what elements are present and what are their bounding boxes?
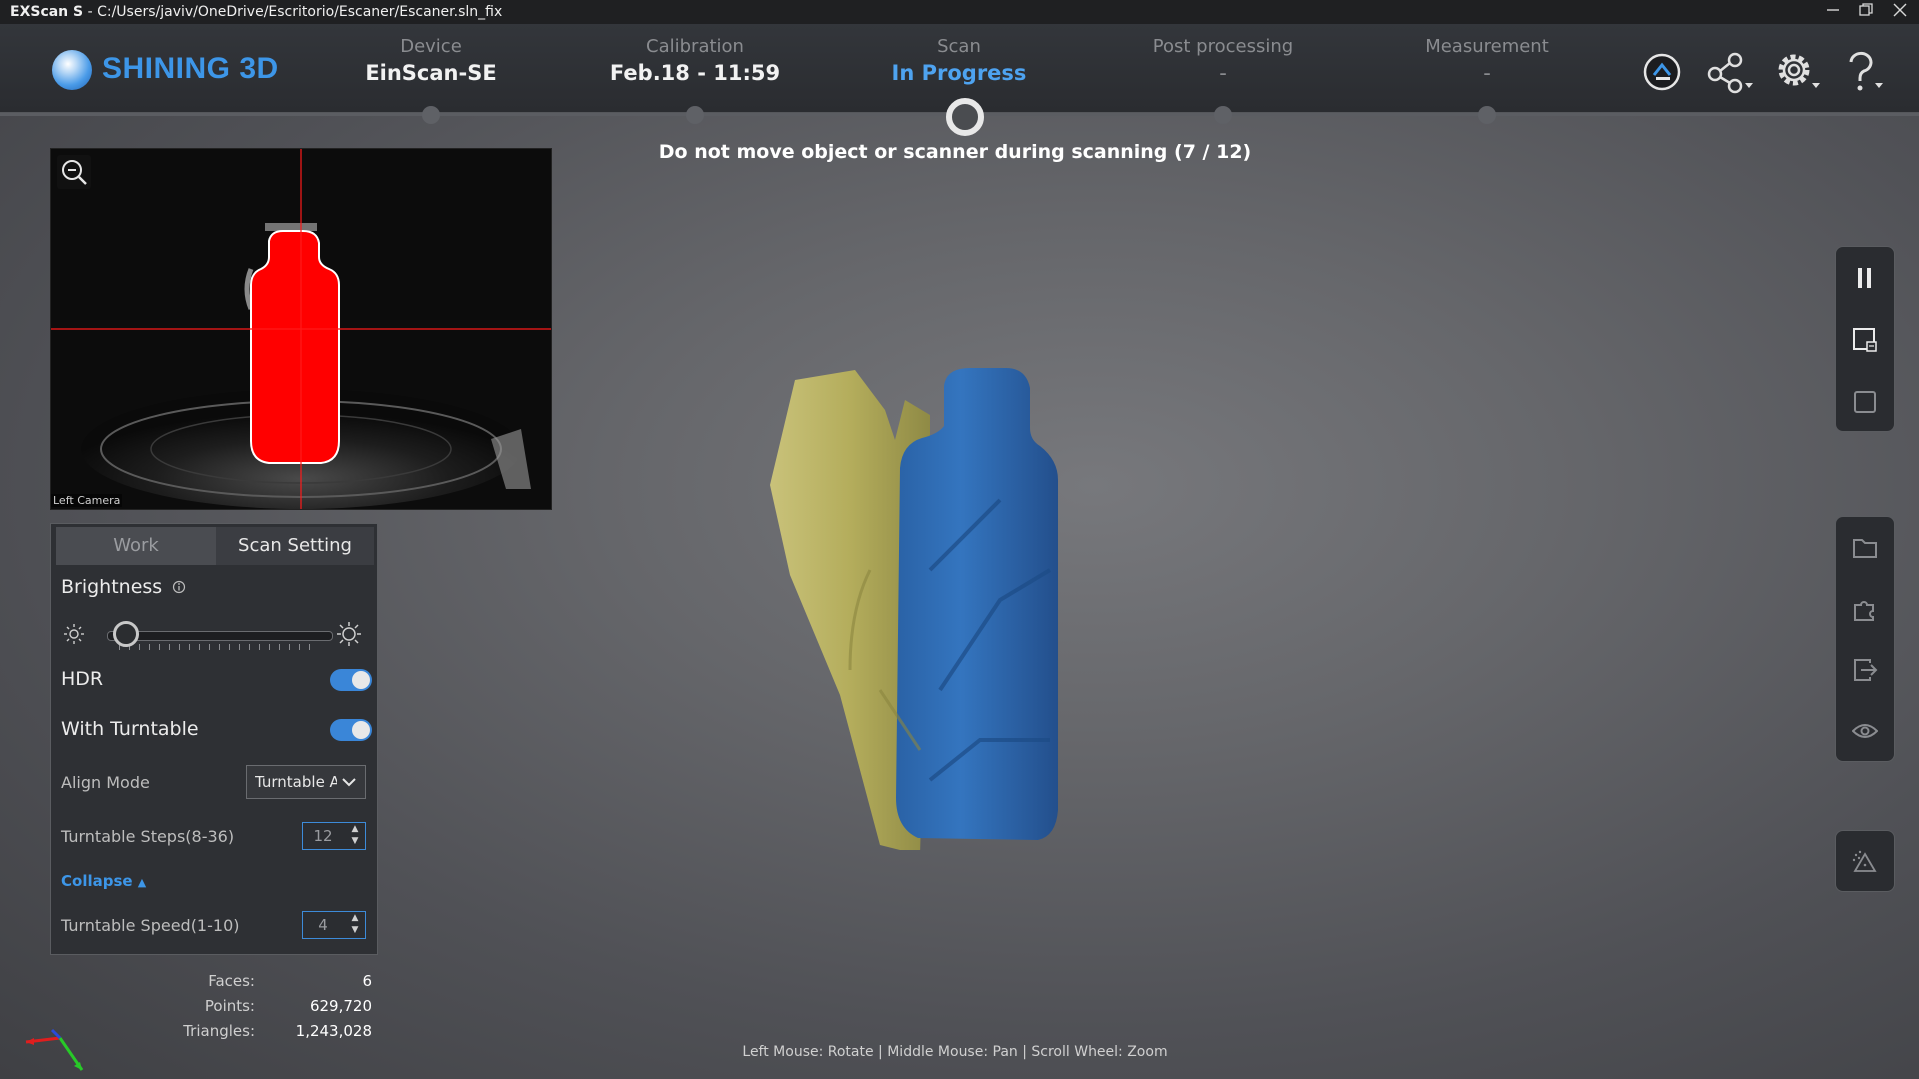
collapse-label: Collapse	[61, 872, 133, 890]
step-value: EinScan-SE	[365, 61, 497, 85]
step-calibration[interactable]: Calibration Feb.18 - 11:59	[595, 36, 795, 85]
camera-preview[interactable]: Left Camera	[50, 148, 552, 510]
title-separator: -	[87, 4, 93, 20]
faces-value: 6	[362, 972, 372, 990]
arrow-up-icon[interactable]: ▲	[349, 913, 361, 924]
hdr-label: HDR	[61, 668, 104, 690]
step-dot-measurement	[1478, 106, 1496, 124]
step-value: -	[1483, 61, 1491, 85]
app-name: EXScan S	[10, 4, 84, 20]
scan-control-toolbar	[1835, 246, 1895, 432]
logo-globe-icon	[52, 50, 92, 90]
axis-gizmo	[22, 1022, 92, 1078]
chevron-down-icon	[342, 778, 356, 787]
collapse-link[interactable]: Collapse ▲	[61, 872, 146, 890]
frame-icon[interactable]	[1836, 371, 1894, 433]
step-label: Measurement	[1425, 36, 1549, 57]
triangle-up-icon: ▲	[137, 876, 147, 889]
restore-icon[interactable]	[1849, 0, 1883, 24]
camera-image	[51, 149, 551, 509]
brightness-row: Brightness	[61, 576, 186, 599]
brightness-slider-handle[interactable]	[113, 621, 139, 647]
scan-3d-model[interactable]	[770, 360, 1110, 855]
help-icon[interactable]	[1840, 50, 1888, 94]
brightness-ticks	[119, 644, 319, 650]
brand-name: SHINING 3D	[102, 52, 279, 85]
step-measurement[interactable]: Measurement -	[1387, 36, 1587, 85]
arrow-down-icon[interactable]: ▼	[349, 925, 361, 936]
step-label: Post processing	[1152, 36, 1294, 57]
brightness-label: Brightness	[61, 576, 163, 598]
turntable-steps-input[interactable]: 12 ▲ ▼	[302, 822, 366, 850]
close-icon[interactable]	[1883, 0, 1917, 24]
scan-settings-panel: Work Scan Setting Brightness HDR With Tu…	[50, 523, 378, 955]
pause-icon[interactable]	[1836, 247, 1894, 309]
turntable-speed-input[interactable]: 4 ▲ ▼	[302, 911, 366, 939]
step-dot-post-processing	[1214, 106, 1232, 124]
step-post-processing[interactable]: Post processing -	[1123, 36, 1323, 85]
toggle-knob	[352, 721, 370, 739]
turntable-toggle[interactable]	[330, 719, 372, 741]
plugin-icon[interactable]	[1836, 578, 1894, 640]
turntable-speed-value: 4	[318, 916, 328, 934]
step-scan[interactable]: Scan In Progress	[859, 36, 1059, 85]
brightness-low-icon	[63, 623, 85, 649]
minimize-icon[interactable]	[1816, 0, 1850, 24]
align-mode-value: Turntable A	[255, 773, 337, 791]
step-label: Device	[400, 36, 462, 57]
folder-icon[interactable]	[1836, 517, 1894, 579]
align-mode-select[interactable]: Turntable A	[246, 765, 366, 799]
mouse-hint: Left Mouse: Rotate | Middle Mouse: Pan |…	[742, 1044, 1168, 1060]
step-label: Calibration	[646, 36, 744, 57]
step-dot-calibration	[686, 106, 704, 124]
brightness-high-icon	[336, 621, 362, 651]
tab-work[interactable]: Work	[56, 527, 216, 565]
model-icon[interactable]	[1640, 50, 1688, 94]
points-label: Points:	[204, 997, 255, 1015]
window-title: EXScan S - C:/Users/javiv/OneDrive/Escri…	[10, 4, 502, 20]
step-dot-scan-current	[946, 98, 984, 136]
step-device[interactable]: Device EinScan-SE	[331, 36, 531, 85]
turntable-label: With Turntable	[61, 718, 199, 740]
info-icon[interactable]	[172, 577, 186, 599]
align-mode-label: Align Mode	[61, 773, 150, 792]
blue-scan-surface	[896, 368, 1058, 840]
title-bar: EXScan S - C:/Users/javiv/OneDrive/Escri…	[0, 0, 1919, 24]
step-dot-device	[422, 106, 440, 124]
toggle-knob	[352, 671, 370, 689]
file-path: C:/Users/javiv/OneDrive/Escritorio/Escan…	[97, 4, 503, 20]
step-value: -	[1219, 61, 1227, 85]
scan-status-banner: Do not move object or scanner during sca…	[658, 141, 1252, 163]
export-icon[interactable]	[1836, 639, 1894, 701]
faces-label: Faces:	[208, 972, 255, 990]
settings-icon[interactable]	[1774, 50, 1822, 94]
step-label: Scan	[937, 36, 981, 57]
delete-frame-icon[interactable]	[1836, 309, 1894, 371]
step-value: Feb.18 - 11:59	[609, 61, 781, 85]
turntable-speed-label: Turntable Speed(1-10)	[61, 916, 240, 935]
share-icon[interactable]	[1705, 50, 1753, 94]
triangles-label: Triangles:	[183, 1022, 255, 1040]
point-cloud-toolbar	[1835, 830, 1895, 892]
file-toolbar	[1835, 516, 1895, 762]
triangles-value: 1,243,028	[295, 1022, 372, 1040]
visibility-icon[interactable]	[1836, 700, 1894, 762]
hdr-toggle[interactable]	[330, 669, 372, 691]
panel-tabs: Work Scan Setting	[56, 527, 374, 565]
camera-label: Left Camera	[51, 494, 123, 507]
zoom-out-icon[interactable]	[57, 155, 91, 189]
step-value: In Progress	[891, 61, 1027, 85]
arrow-up-icon[interactable]: ▲	[349, 824, 361, 835]
points-value: 629,720	[309, 997, 372, 1015]
turntable-steps-value: 12	[313, 827, 333, 845]
tab-scan-setting[interactable]: Scan Setting	[216, 527, 374, 565]
brightness-slider[interactable]	[107, 631, 333, 641]
turntable-steps-label: Turntable Steps(8-36)	[61, 827, 235, 846]
point-cloud-icon[interactable]	[1836, 831, 1894, 893]
arrow-down-icon[interactable]: ▼	[349, 836, 361, 847]
